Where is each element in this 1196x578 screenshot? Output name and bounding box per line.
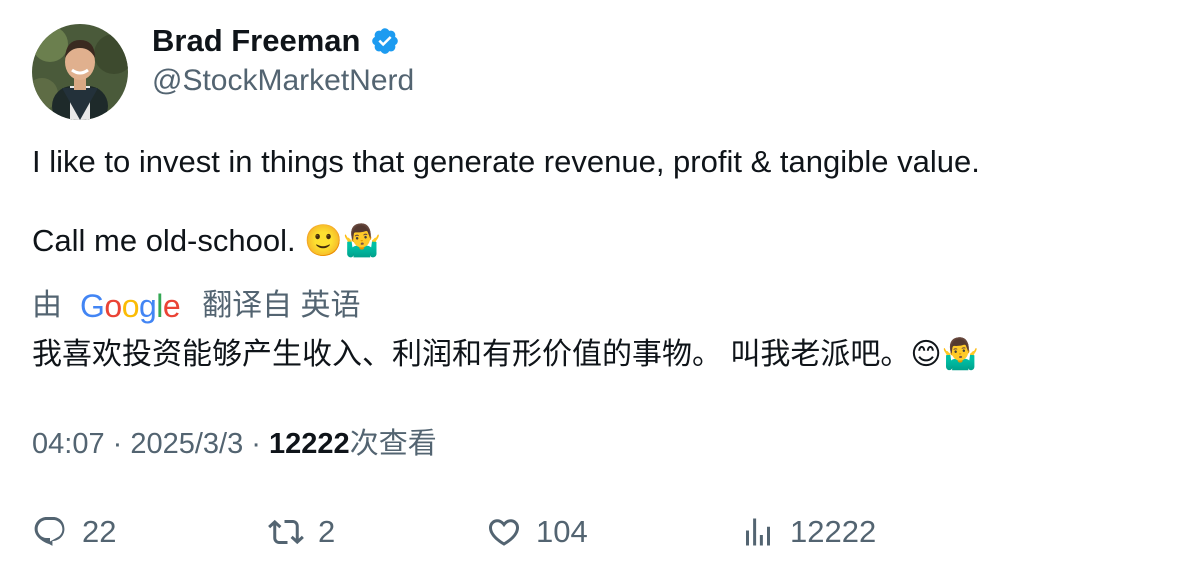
tweet-emoji: 🙂🤷‍♂️ [304, 223, 382, 259]
author-handle[interactable]: @StockMarketNerd [152, 62, 414, 100]
views-button[interactable]: 12222 [740, 510, 876, 554]
meta-separator: · [104, 428, 131, 460]
author-avatar[interactable] [32, 24, 128, 120]
reply-button[interactable]: 22 [32, 510, 116, 554]
retweet-button[interactable]: 2 [268, 510, 335, 554]
views-label: 次查看 [349, 428, 437, 460]
reply-icon [34, 517, 65, 546]
tweet-meta: 04:07 · 2025/3/3 · 12222次查看 [32, 424, 437, 464]
tweet-text-line-1: I like to invest in things that generate… [32, 144, 980, 179]
google-letter: o [104, 288, 122, 324]
translated-suffix: 翻译自 英语 [202, 289, 361, 322]
translated-tweet-text: 我喜欢投资能够产生收入、利润和有形价值的事物。 叫我老派吧。😊🤷‍♂️ [32, 338, 979, 371]
like-count: 104 [536, 514, 588, 549]
google-letter: l [156, 288, 163, 324]
analytics-icon [746, 518, 770, 546]
tweet-text-line-2-text: Call me old-school. [32, 223, 296, 258]
translated-prefix: 由 [32, 289, 62, 322]
verified-badge-icon [372, 28, 399, 54]
reply-count: 22 [82, 514, 117, 549]
meta-separator: · [243, 428, 270, 460]
google-letter: G [80, 288, 105, 324]
google-letter: g [138, 288, 157, 324]
like-button[interactable]: 104 [486, 510, 588, 554]
translated-by-google: 由 Google 翻译自 英语 [32, 286, 361, 326]
views-count: 12222 [269, 428, 350, 460]
retweet-count: 2 [318, 514, 336, 549]
retweet-icon [268, 519, 304, 545]
tweet-actions-bar: 22 2 104 12222 [0, 510, 1196, 558]
author-name[interactable]: Brad Freeman [152, 22, 360, 60]
google-letter: o [121, 288, 140, 324]
views-action-count: 12222 [790, 514, 877, 549]
author-name-row: Brad Freeman [152, 22, 400, 60]
tweet-text-line-2: Call me old-school. 🙂🤷‍♂️ [32, 221, 381, 261]
tweet-date[interactable]: 2025/3/3 [130, 428, 243, 460]
heart-icon [488, 519, 520, 546]
google-letter: e [162, 288, 181, 324]
google-logo: Google [80, 286, 181, 326]
tweet-time[interactable]: 04:07 [32, 428, 105, 460]
